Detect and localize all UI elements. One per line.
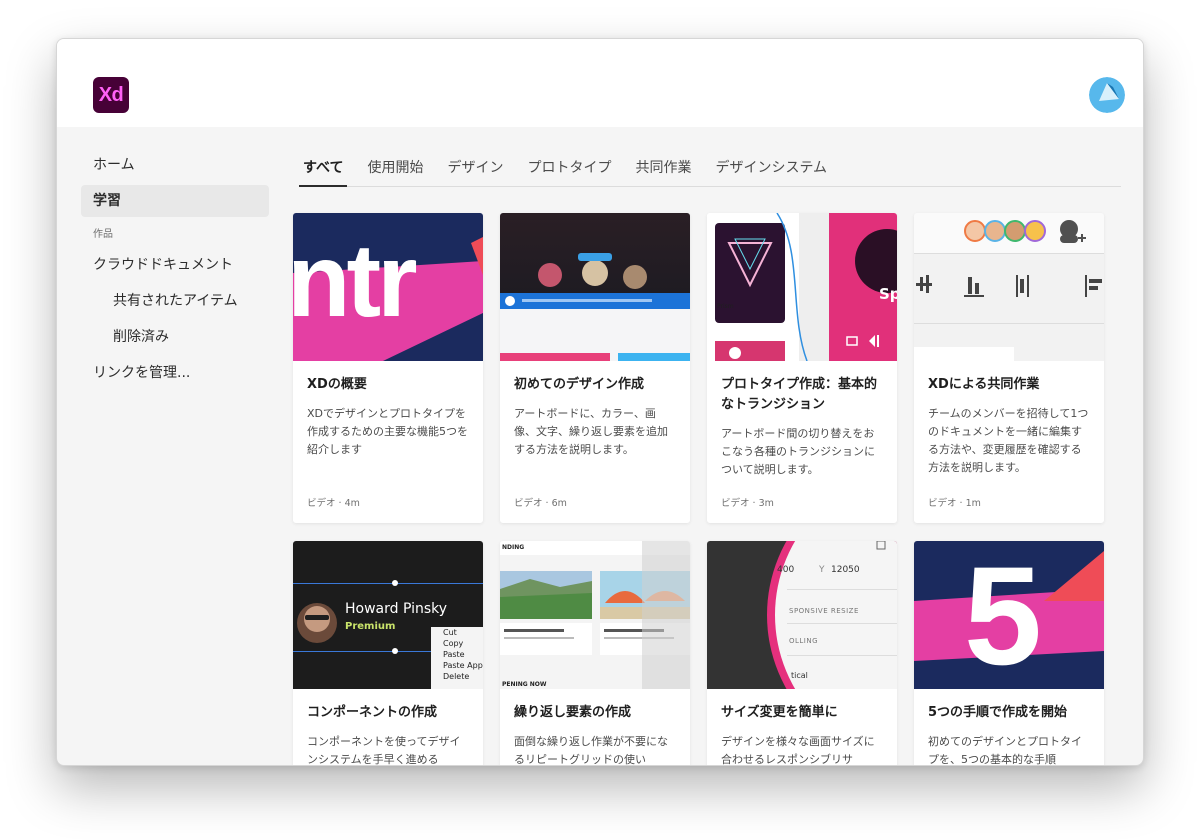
card-title: コンポーネントの作成 <box>307 705 438 720</box>
premium-badge: Premium <box>345 621 396 632</box>
app-window: Xd ホーム 学習 作品 クラウドドキュメント 共有されたアイテム 削除済み リ… <box>56 38 1144 766</box>
sidebar-item-home[interactable]: ホーム <box>81 149 269 181</box>
card-thumbnail: 5 <box>914 541 1104 689</box>
sidebar-item-learn[interactable]: 学習 <box>81 185 269 217</box>
card-thumbnail <box>914 213 1104 361</box>
card-thumbnail: Prism Sp <box>707 213 897 361</box>
header: Xd <box>57 39 1143 127</box>
thumbnail-text-sp: Sp <box>879 285 897 303</box>
card-title: 初めてのデザイン作成 <box>514 377 645 392</box>
thumbnail-heading-bottom: PENING NOW <box>502 681 547 688</box>
thumbnail-song-title: Prism <box>717 303 734 310</box>
tutorial-card[interactable]: 5 5つの手順で作成を開始 初めてのデザインとプロトタイプを、5つの基本的な手順 <box>914 541 1104 766</box>
thumbnail-heading-top: NDING <box>502 544 525 551</box>
sidebar-item-shared-items[interactable]: 共有されたアイテム <box>81 285 269 317</box>
learn-tabs: すべて 使用開始 デザイン プロトタイプ 共同作業 デザインシステム <box>299 151 1121 187</box>
menu-item-paste: Paste <box>443 650 465 659</box>
y-label: Y <box>819 565 825 575</box>
user-avatar[interactable] <box>1089 77 1125 113</box>
responsive-resize-label: SPONSIVE RESIZE <box>789 607 859 615</box>
tab-design-systems[interactable]: デザインシステム <box>711 151 831 187</box>
sidebar: ホーム 学習 作品 クラウドドキュメント 共有されたアイテム 削除済み リンクを… <box>81 149 269 393</box>
tab-collaboration[interactable]: 共同作業 <box>631 151 695 187</box>
card-description: デザインを様々な画面サイズに合わせるレスポンシブリサ <box>721 735 875 766</box>
y-field: 12050 <box>831 565 860 575</box>
tutorial-card[interactable]: XDによる共同作業 チームのメンバーを招待して1つのドキュメントを一緒に編集する… <box>914 213 1104 523</box>
tutorial-card[interactable]: Prism Sp プロトタイプ作成：基本的なトランジション アートボード間の切り… <box>707 213 897 523</box>
tab-prototype[interactable]: プロトタイプ <box>523 151 615 187</box>
card-title: 繰り返し要素の作成 <box>514 705 632 720</box>
card-meta: ビデオ · 6m <box>514 498 567 509</box>
card-title: 5つの手順で作成を開始 <box>928 705 1068 720</box>
sidebar-item-cloud-documents[interactable]: クラウドドキュメント <box>81 249 269 281</box>
card-thumbnail: NDING PENING NOW <box>500 541 690 689</box>
tutorial-card[interactable]: ntr XDの概要 XDでデザインとプロトタイプを作成するための主要な機能5つを… <box>293 213 483 523</box>
tab-design[interactable]: デザイン <box>443 151 507 187</box>
tutorial-card[interactable]: NDING PENING NOW 繰り返し要素の作成 面倒な繰り返し作業が不要に… <box>500 541 690 766</box>
card-meta: ビデオ · 4m <box>307 498 360 509</box>
menu-item-copy: Copy <box>443 639 464 648</box>
tutorial-card[interactable]: Howard Pinsky Premium Cut Copy Paste Pas… <box>293 541 483 766</box>
card-thumbnail: ntr <box>293 213 483 361</box>
card-description: 初めてのデザインとプロトタイプを、5つの基本的な手順 <box>928 735 1082 766</box>
sidebar-item-deleted[interactable]: 削除済み <box>81 321 269 353</box>
card-title: XDの概要 <box>307 377 367 392</box>
thumbnail-title-text: ntr <box>293 223 418 339</box>
scrolling-label: OLLING <box>789 637 819 645</box>
xd-logo[interactable]: Xd <box>93 77 129 113</box>
tab-getting-started[interactable]: 使用開始 <box>363 151 427 187</box>
tutorial-grid: ntr XDの概要 XDでデザインとプロトタイプを作成するための主要な機能5つを… <box>293 213 1105 766</box>
width-field: 400 <box>777 565 795 575</box>
menu-item-paste-app: Paste App <box>443 661 483 670</box>
card-thumbnail: Howard Pinsky Premium Cut Copy Paste Pas… <box>293 541 483 689</box>
card-description: チームのメンバーを招待して1つのドキュメントを一緒に編集する方法や、変更履歴を確… <box>928 407 1089 474</box>
menu-item-cut: Cut <box>443 628 457 637</box>
card-description: 面倒な繰り返し作業が不要になるリピートグリッドの使い <box>514 735 668 766</box>
sidebar-item-manage-links[interactable]: リンクを管理... <box>81 357 269 389</box>
thumbnail-number: 5 <box>964 541 1042 689</box>
card-title: プロトタイプ作成：基本的なトランジション <box>721 377 878 412</box>
context-menu: Cut Copy Paste Paste App Delete <box>443 627 483 682</box>
card-meta: ビデオ · 1m <box>928 498 981 509</box>
tab-all[interactable]: すべて <box>299 151 348 187</box>
card-title: XDによる共同作業 <box>928 377 1040 392</box>
avatar-icon <box>1089 77 1125 113</box>
menu-item-delete: Delete <box>443 672 470 681</box>
card-description: アートボード間の切り替えをおこなう各種のトランジションについて説明します。 <box>721 427 875 476</box>
sidebar-section-works: 作品 <box>93 229 113 240</box>
card-thumbnail <box>500 213 690 361</box>
instructor-name: Howard Pinsky <box>345 601 448 617</box>
card-meta: ビデオ · 3m <box>721 498 774 509</box>
card-thumbnail: 400 Y 12050 SPONSIVE RESIZE OLLING tical <box>707 541 897 689</box>
card-description: コンポーネントを使ってデザインシステムを手早く進める <box>307 735 461 766</box>
tutorial-card[interactable]: 初めてのデザイン作成 アートボードに、カラー、画像、文字、繰り返し要素を追加する… <box>500 213 690 523</box>
vertical-label: tical <box>791 671 808 680</box>
tutorial-card[interactable]: 400 Y 12050 SPONSIVE RESIZE OLLING tical… <box>707 541 897 766</box>
card-title: サイズ変更を簡単に <box>721 705 838 720</box>
card-description: XDでデザインとプロトタイプを作成するための主要な機能5つを紹介します <box>307 407 468 456</box>
card-description: アートボードに、カラー、画像、文字、繰り返し要素を追加する方法を説明します。 <box>514 407 668 456</box>
